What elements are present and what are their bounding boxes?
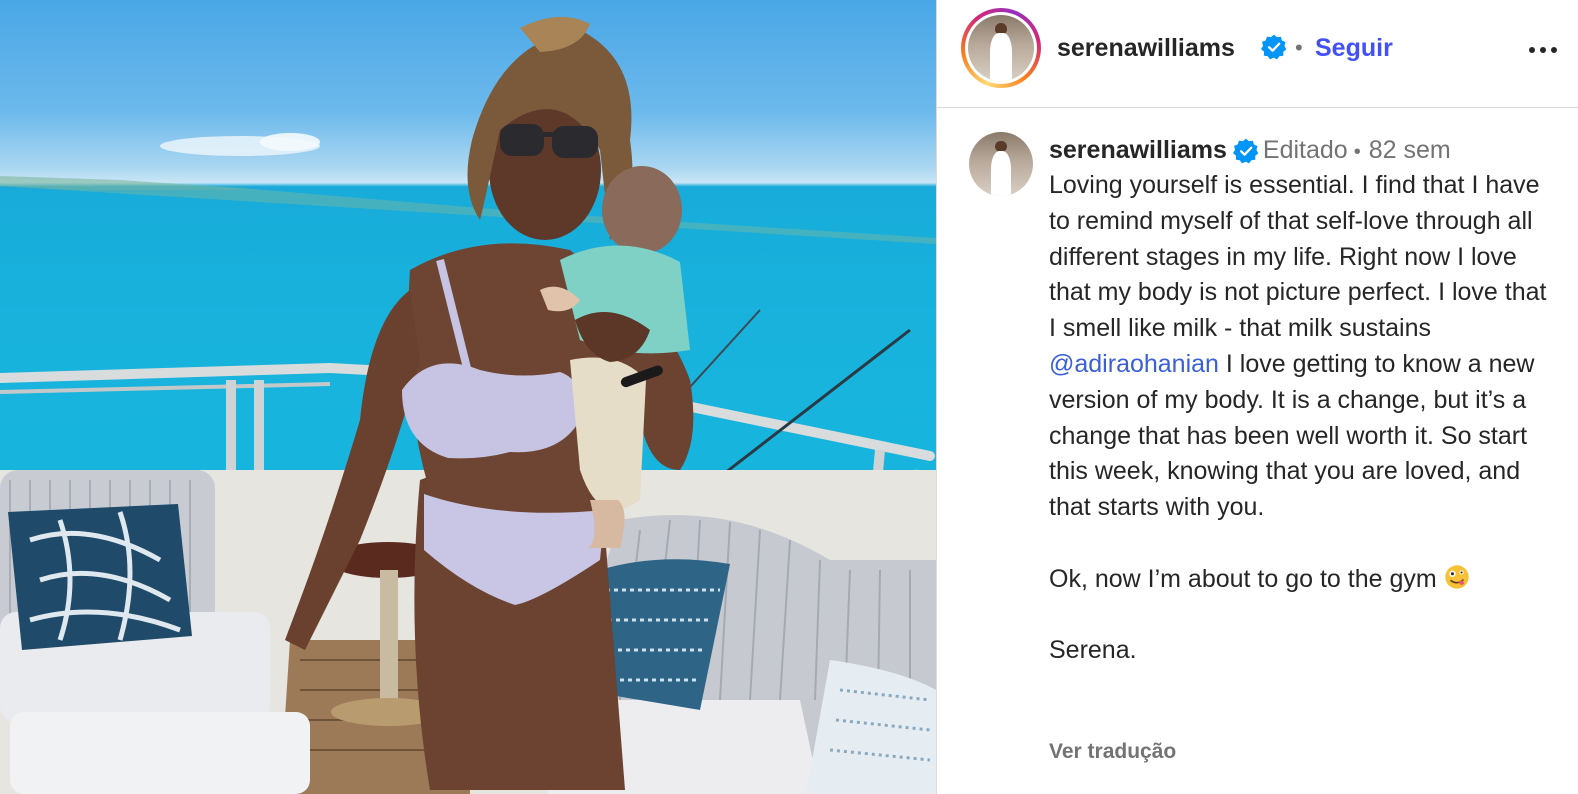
header-separator: • <box>1295 35 1303 60</box>
caption-meta: serenawilliams Editado • 82 sem <box>1049 132 1451 168</box>
profile-avatar-story-ring[interactable] <box>961 8 1041 88</box>
caption-text: Loving yourself is essential. I find tha… <box>1049 168 1549 669</box>
post-caption: serenawilliams Editado • 82 sem Loving you… <box>937 108 1578 794</box>
post-header: serenawilliams • Seguir <box>937 0 1578 108</box>
caption-paragraph: Loving yourself is essential. I find tha… <box>1049 168 1549 526</box>
header-username[interactable]: serenawilliams <box>1057 30 1235 66</box>
mention-link[interactable]: @adiraohanian <box>1049 350 1219 378</box>
caption-text-part1: Loving yourself is essential. I find tha… <box>1049 171 1547 343</box>
gym-line-text: Ok, now I’m about to go to the gym <box>1049 564 1437 593</box>
zany-face-emoji <box>1444 565 1469 589</box>
caption-signature: Serena. <box>1049 636 1137 665</box>
post-timestamp[interactable]: 82 sem <box>1369 136 1451 164</box>
more-horizontal-icon[interactable] <box>1529 40 1563 56</box>
caption-avatar[interactable] <box>969 132 1033 196</box>
post-photo[interactable] <box>0 0 936 794</box>
verified-badge-icon <box>1232 138 1259 164</box>
post-photo-illustration <box>0 16 936 794</box>
caption-username[interactable]: serenawilliams <box>1049 136 1227 164</box>
edited-label: Editado <box>1262 136 1348 164</box>
post-side-panel: serenawilliams • Seguir serenawilliams E… <box>936 0 1578 794</box>
caption-separator: • <box>1353 141 1361 163</box>
see-translation-link[interactable]: Ver tradução <box>1049 740 1176 764</box>
profile-avatar <box>968 15 1034 81</box>
caption-gym-line: Ok, now I’m about to go to the gym <box>1049 562 1549 598</box>
verified-badge-icon <box>1261 34 1287 60</box>
follow-button[interactable]: Seguir <box>1315 30 1393 66</box>
